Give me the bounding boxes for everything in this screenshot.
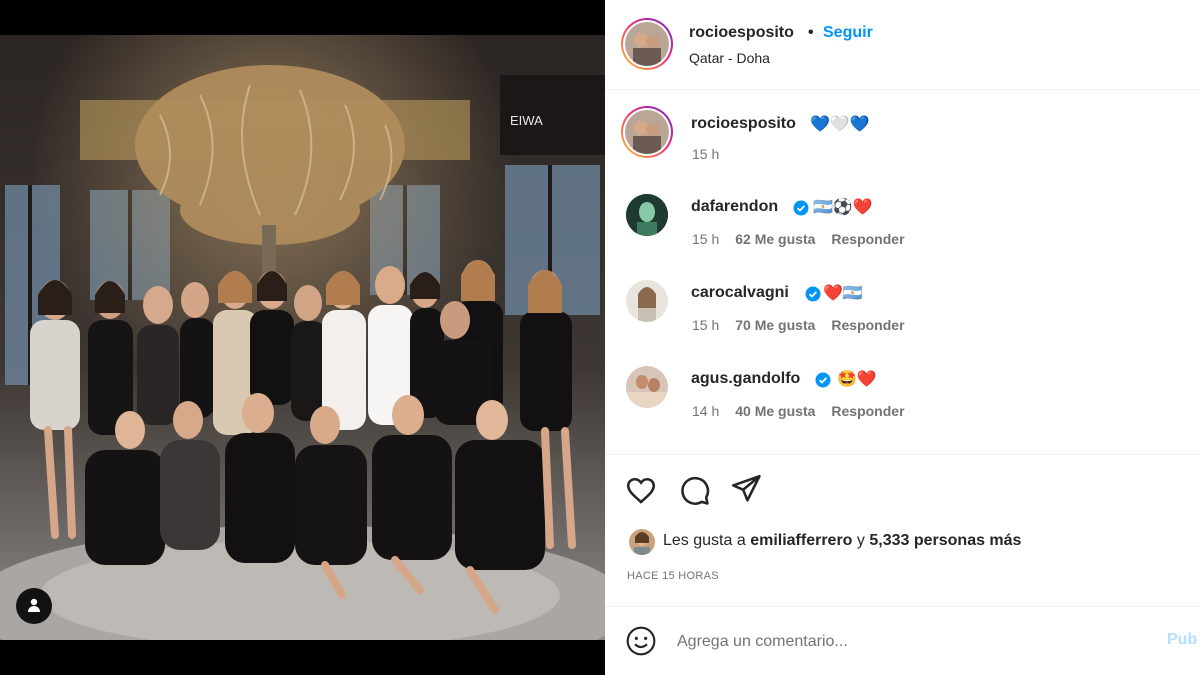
author-username[interactable]: rocioesposito: [689, 24, 794, 42]
likes-user[interactable]: emiliafferrero: [750, 532, 852, 549]
verified-badge-icon: [815, 372, 831, 388]
comment-bubble-icon[interactable]: [677, 473, 711, 507]
svg-text:EIWA: EIWA: [510, 113, 543, 128]
likes-summary[interactable]: Les gusta a emiliafferrero y 5,333 perso…: [663, 532, 1021, 550]
verified-badge-icon: [793, 200, 809, 216]
group-photo-illustration: EIWA: [0, 35, 605, 640]
likes-prefix: Les gusta a: [663, 532, 746, 549]
likes-others[interactable]: 5,333 personas más: [869, 532, 1021, 549]
post-actions: Les gusta a emiliafferrero y 5,333 perso…: [605, 454, 1200, 606]
caption-author-username[interactable]: rocioesposito: [691, 115, 796, 133]
post-details-panel: rocioesposito • Seguir Qatar - Doha roci…: [605, 0, 1200, 675]
caption-text: 💙🤍💙: [810, 116, 870, 133]
comment-likes[interactable]: 70 Me gusta: [735, 317, 815, 333]
commenter-avatar[interactable]: [626, 280, 668, 322]
commenter-avatar[interactable]: [626, 194, 668, 236]
follow-button[interactable]: Seguir: [823, 24, 873, 42]
post-media-panel: EIWA: [0, 0, 605, 675]
paper-plane-icon[interactable]: [729, 472, 763, 506]
comment-input[interactable]: [677, 628, 1147, 656]
caption-time-text: 15 h: [692, 146, 720, 162]
comment-text: 🤩❤️: [837, 371, 877, 388]
author-avatar[interactable]: [621, 18, 673, 70]
comment-likes[interactable]: 62 Me gusta: [735, 231, 815, 247]
post-timestamp: HACE 15 HORAS: [627, 570, 719, 582]
comment-meta: 14 h 40 Me gusta Responder: [692, 403, 905, 419]
comment-likes[interactable]: 40 Me gusta: [735, 403, 815, 419]
comment-time: 15 h: [692, 317, 720, 333]
post-header: rocioesposito • Seguir Qatar - Doha: [605, 0, 1200, 90]
smiley-icon[interactable]: [625, 625, 657, 657]
verified-badge-icon: [805, 286, 821, 302]
comment-time: 15 h: [692, 231, 720, 247]
tagged-users-button[interactable]: [16, 588, 52, 624]
caption-author-avatar[interactable]: [621, 106, 673, 158]
likes-connector: y: [856, 532, 865, 549]
comment-meta: 15 h 70 Me gusta Responder: [692, 317, 905, 333]
comment-time: 14 h: [692, 403, 720, 419]
heart-icon[interactable]: [624, 473, 658, 507]
liker-avatar[interactable]: [629, 529, 655, 555]
post-photo[interactable]: EIWA: [0, 35, 605, 640]
reply-button[interactable]: Responder: [831, 231, 904, 247]
publish-button[interactable]: Pub: [1167, 631, 1197, 649]
comments-list: rocioesposito 💙🤍💙 15 h dafarendon 🇦🇷⚽❤️ …: [605, 91, 1200, 454]
reply-button[interactable]: Responder: [831, 317, 904, 333]
comment-text: ❤️🇦🇷: [823, 285, 863, 302]
commenter-username[interactable]: carocalvagni: [691, 284, 789, 302]
commenter-avatar[interactable]: [626, 366, 668, 408]
commenter-username[interactable]: dafarendon: [691, 198, 778, 216]
commenter-username[interactable]: agus.gandolfo: [691, 370, 800, 388]
caption-time: 15 h: [692, 146, 719, 162]
comment-meta: 15 h 62 Me gusta Responder: [692, 231, 905, 247]
comment-text: 🇦🇷⚽❤️: [813, 199, 873, 216]
reply-button[interactable]: Responder: [831, 403, 904, 419]
add-comment-bar: Pub: [605, 606, 1200, 675]
post-location[interactable]: Qatar - Doha: [689, 50, 770, 66]
separator-dot: •: [808, 24, 814, 41]
user-tag-icon: [26, 597, 42, 616]
